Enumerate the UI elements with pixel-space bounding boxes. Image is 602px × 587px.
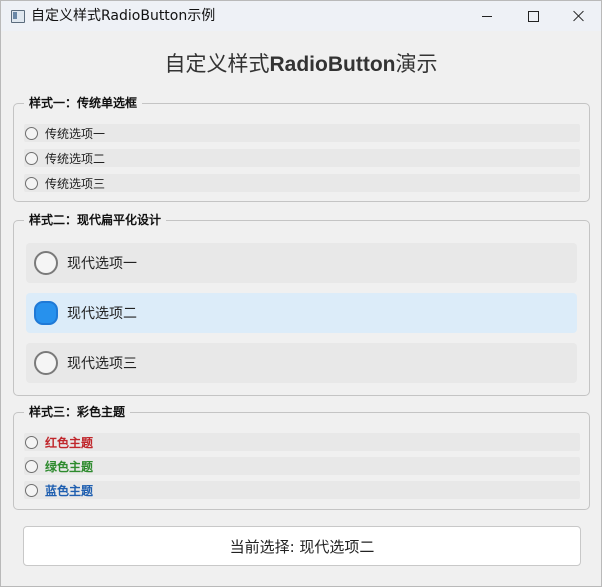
radio-indicator[interactable] <box>25 459 38 473</box>
close-button[interactable] <box>556 1 601 31</box>
radio-classic-2[interactable]: 传统选项二 <box>24 149 580 167</box>
radio-label: 传统选项三 <box>45 176 106 191</box>
radio-label: 绿色主题 <box>45 459 94 474</box>
radio-indicator[interactable] <box>25 151 38 165</box>
maximize-button[interactable] <box>510 1 556 31</box>
current-selection-display: 当前选择: 现代选项二 <box>23 526 581 566</box>
radio-label: 传统选项一 <box>45 126 106 141</box>
radio-label: 红色主题 <box>45 435 94 450</box>
radio-color-blue[interactable]: 蓝色主题 <box>24 481 580 499</box>
maximize-icon <box>527 10 539 22</box>
group-classic-title: 样式一：传统单选框 <box>24 96 143 111</box>
radio-indicator[interactable] <box>25 483 38 497</box>
radio-indicator[interactable] <box>25 126 38 140</box>
group-modern: 样式二：现代扁平化设计 现代选项一 现代选项二 现代选项三 <box>13 213 590 396</box>
radio-label: 现代选项二 <box>67 306 137 322</box>
radio-modern-1[interactable]: 现代选项一 <box>26 243 577 283</box>
heading-prefix: 自定义样式 <box>164 52 270 76</box>
radio-indicator[interactable] <box>25 435 38 449</box>
radio-label: 现代选项一 <box>67 256 137 272</box>
radio-label: 传统选项二 <box>45 151 106 166</box>
radio-modern-2[interactable]: 现代选项二 <box>26 293 577 333</box>
radio-indicator[interactable] <box>34 251 58 275</box>
radio-indicator[interactable] <box>34 351 58 375</box>
page-heading: 自定义样式RadioButton演示 <box>1 51 601 78</box>
minimize-icon <box>482 15 492 17</box>
radio-label: 现代选项三 <box>67 356 137 372</box>
heading-bold: RadioButton <box>269 53 396 76</box>
radio-label: 蓝色主题 <box>45 483 94 498</box>
radio-color-red[interactable]: 红色主题 <box>24 433 580 451</box>
radio-indicator[interactable] <box>25 176 38 190</box>
app-window-icon <box>11 10 25 23</box>
minimize-button[interactable] <box>464 1 510 31</box>
current-selection-text: 当前选择: 现代选项二 <box>229 537 375 556</box>
heading-suffix: 演示 <box>395 52 438 76</box>
radio-modern-3[interactable]: 现代选项三 <box>26 343 577 383</box>
group-color: 样式三：彩色主题 红色主题 绿色主题 蓝色主题 <box>13 405 590 510</box>
group-classic: 样式一：传统单选框 传统选项一 传统选项二 传统选项三 <box>13 96 590 202</box>
group-modern-title: 样式二：现代扁平化设计 <box>24 213 167 228</box>
radio-classic-1[interactable]: 传统选项一 <box>24 124 580 142</box>
radio-color-green[interactable]: 绿色主题 <box>24 457 580 475</box>
window-title: 自定义样式RadioButton示例 <box>31 8 216 24</box>
radio-classic-3[interactable]: 传统选项三 <box>24 174 580 192</box>
group-color-title: 样式三：彩色主题 <box>24 405 131 420</box>
close-icon <box>573 10 585 22</box>
title-bar: 自定义样式RadioButton示例 <box>1 1 601 31</box>
app-window: 自定义样式RadioButton示例 自定义样式RadioButton演示 样式… <box>0 0 602 587</box>
radio-indicator-checked[interactable] <box>34 301 58 325</box>
